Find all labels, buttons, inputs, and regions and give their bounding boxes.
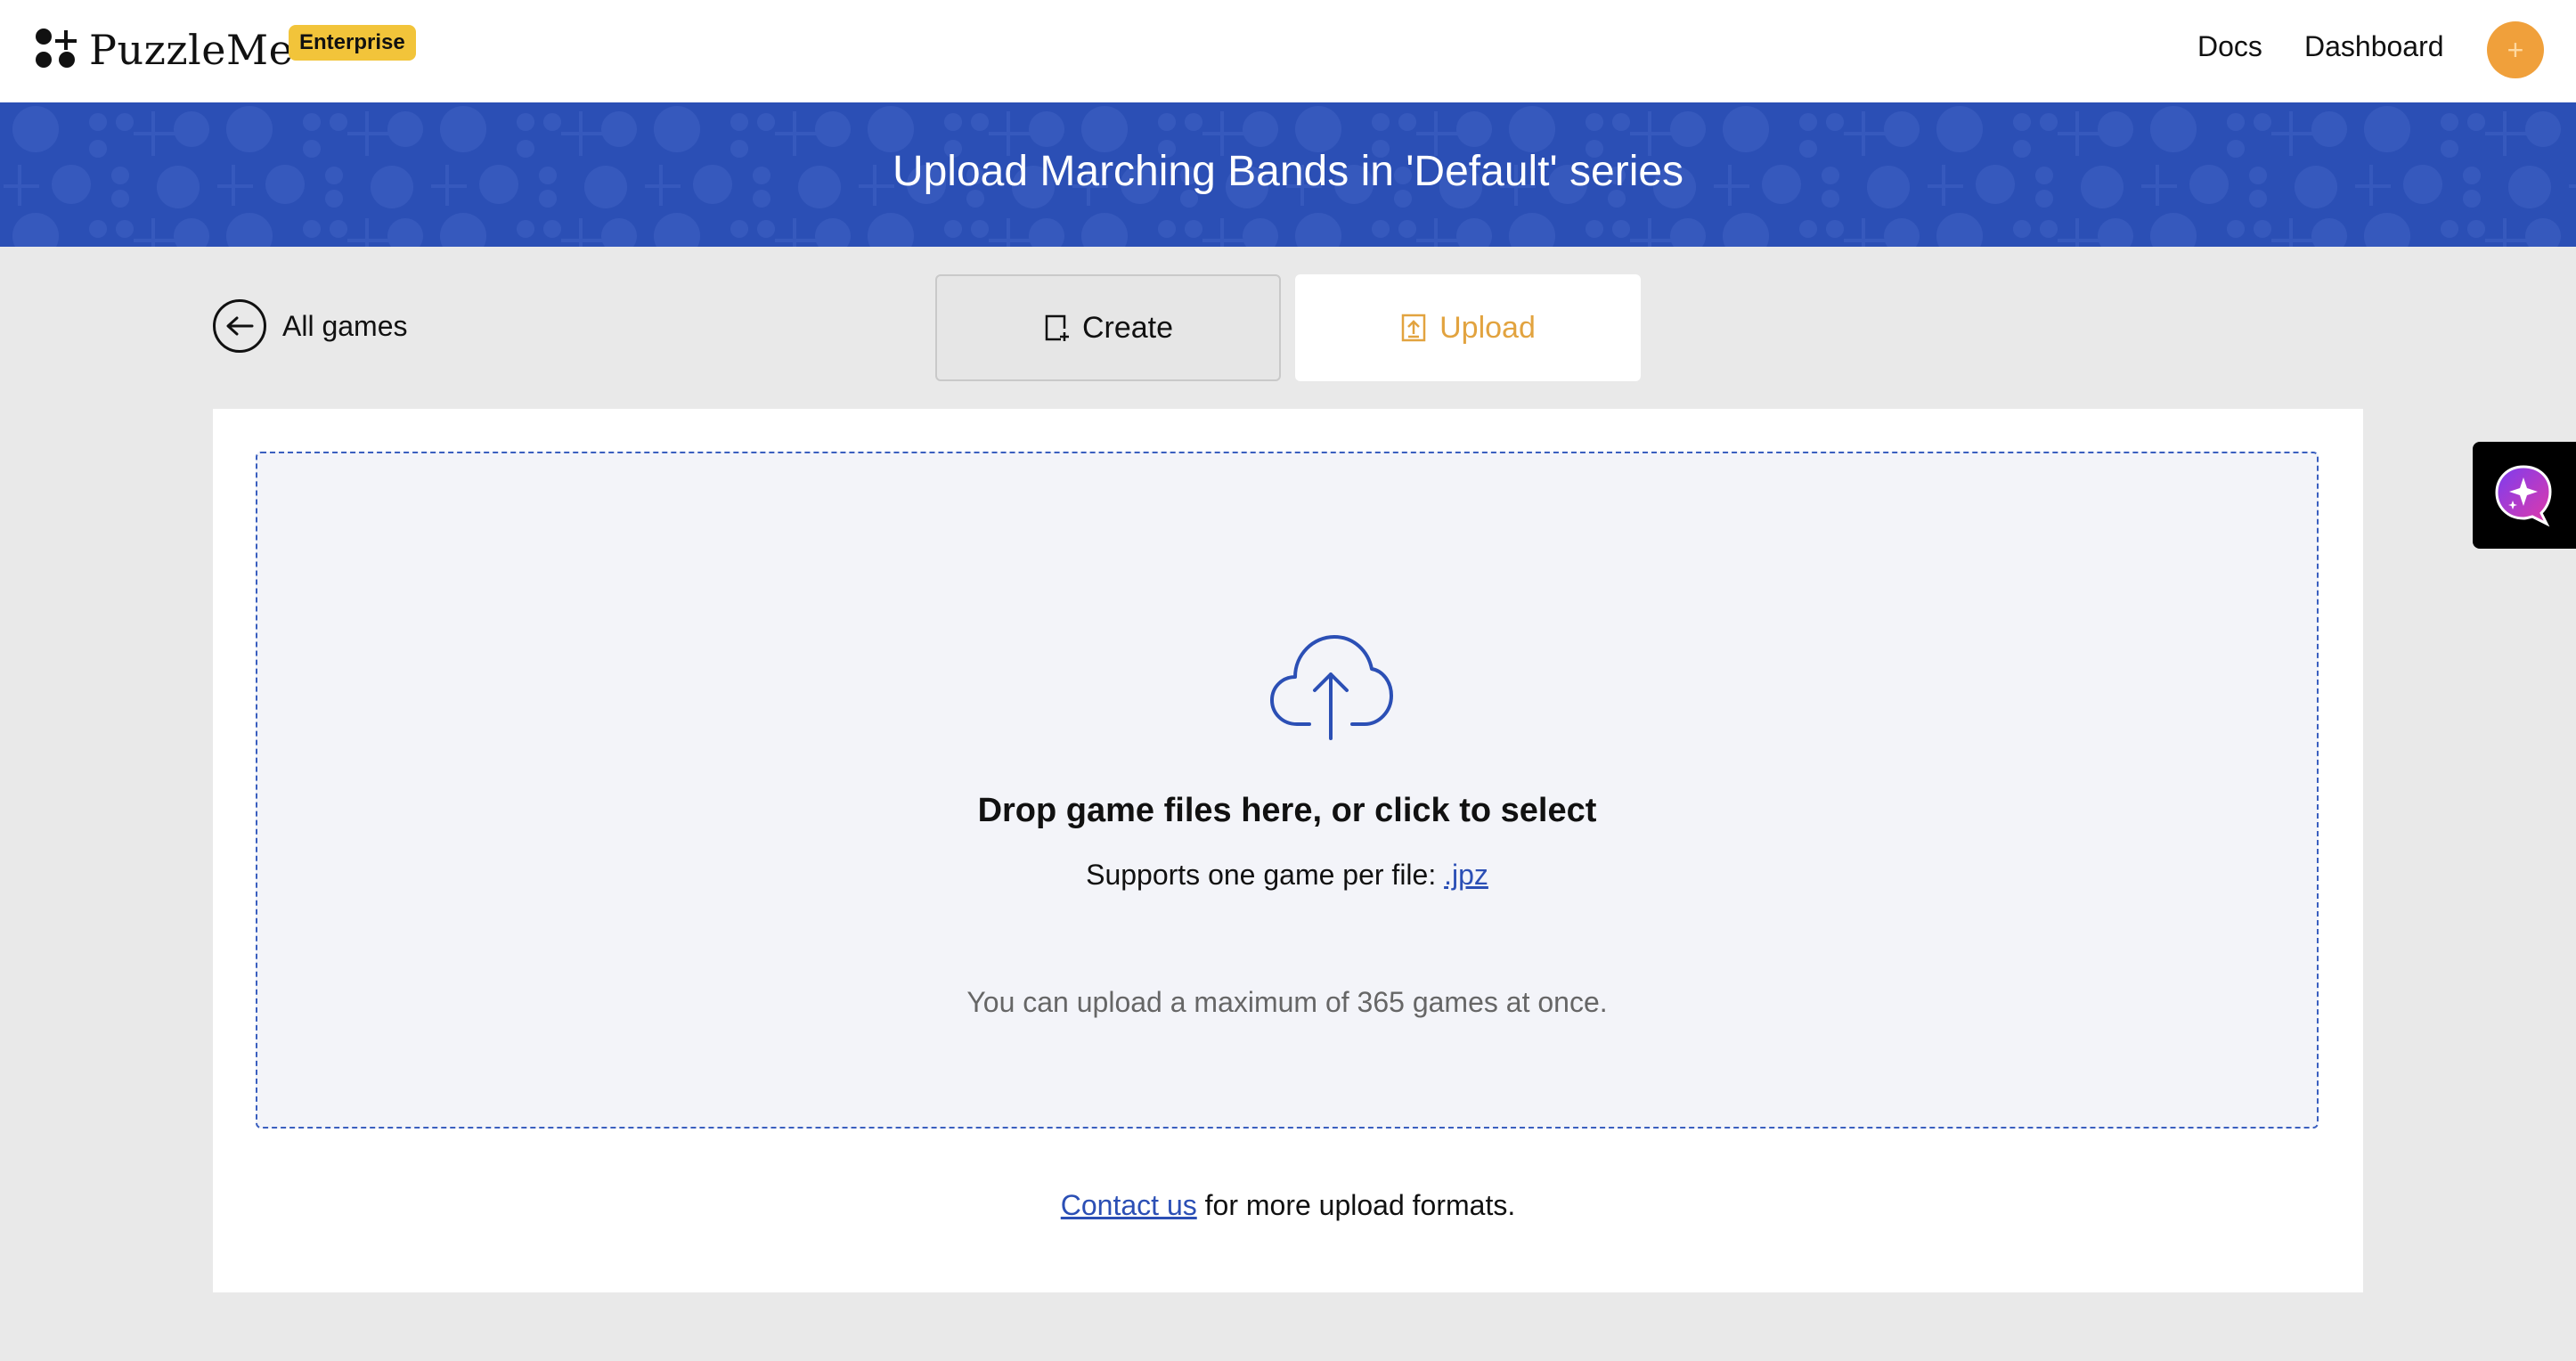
tab-upload[interactable]: Upload — [1295, 274, 1641, 381]
all-games-back-link[interactable]: All games — [213, 299, 408, 353]
logo-text: PuzzleMe — [89, 26, 294, 74]
ai-assistant-button[interactable] — [2473, 442, 2576, 549]
puzzleme-logo[interactable]: PuzzleMe — [34, 23, 293, 77]
contact-line: Contact us for more upload formats. — [213, 1189, 2363, 1222]
all-games-label: All games — [282, 309, 408, 342]
dropzone-max-text: You can upload a maximum of 365 games at… — [966, 986, 1608, 1018]
nav-docs-link[interactable]: Docs — [2197, 30, 2262, 63]
dropzone-title: Drop game files here, or click to select — [977, 792, 1597, 829]
sparkle-chat-icon — [2495, 465, 2552, 527]
upload-card: Drop game files here, or click to select… — [213, 409, 2363, 1292]
avatar[interactable]: + — [2487, 21, 2544, 78]
top-navbar: PuzzleMe Enterprise Docs Dashboard + — [0, 0, 2576, 102]
page-title: Upload Marching Bands in 'Default' serie… — [892, 148, 1684, 195]
nav-dashboard-link[interactable]: Dashboard — [2304, 30, 2444, 63]
contact-us-link[interactable]: Contact us — [1061, 1189, 1197, 1221]
file-dropzone[interactable]: Drop game files here, or click to select… — [256, 452, 2319, 1129]
page-banner: Upload Marching Bands in 'Default' serie… — [0, 102, 2576, 247]
contact-suffix: for more upload formats. — [1196, 1189, 1516, 1221]
cloud-upload-icon — [1270, 635, 1393, 740]
tab-create-label: Create — [1081, 310, 1174, 345]
logo-mark-icon — [34, 27, 80, 73]
create-doc-icon — [1043, 313, 1070, 343]
arrow-left-icon — [213, 299, 266, 353]
enterprise-badge: Enterprise — [289, 25, 416, 61]
upload-doc-icon — [1400, 313, 1427, 343]
dropzone-support-text: Supports one game per file: .jpz — [257, 859, 2317, 892]
support-prefix: Supports one game per file: — [1086, 859, 1445, 891]
plus-icon: + — [2507, 34, 2524, 66]
tab-upload-label: Upload — [1439, 310, 1536, 345]
tab-create[interactable]: Create — [935, 274, 1281, 381]
jpz-format-link[interactable]: .jpz — [1444, 859, 1488, 891]
